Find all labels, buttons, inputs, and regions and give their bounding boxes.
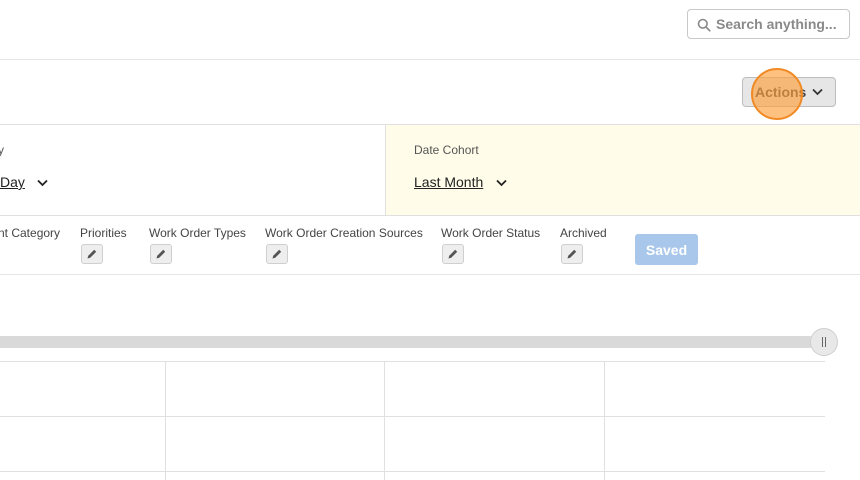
date-cohort-dropdown[interactable]: Last Month [414, 174, 507, 192]
grid-column-divider [384, 361, 385, 480]
actions-button-label: Actions [755, 84, 807, 100]
scrollbar-handle[interactable] [810, 328, 838, 356]
actions-row [0, 60, 860, 125]
actions-button[interactable]: Actions [742, 77, 836, 107]
pencil-icon [87, 249, 97, 259]
column-label-category: nt Category [0, 226, 61, 240]
column-filters-row [0, 216, 860, 275]
edit-archived-button[interactable] [561, 244, 583, 264]
chevron-down-icon [496, 179, 507, 187]
grid-column-divider [165, 361, 166, 480]
pencil-icon [567, 249, 577, 259]
column-label-archived: Archived [560, 226, 607, 240]
filter-left: y Day [0, 125, 385, 215]
date-cohort-label: Date Cohort [414, 143, 479, 157]
horizontal-scrollbar-track[interactable] [0, 336, 815, 348]
saved-button[interactable]: Saved [635, 234, 698, 265]
global-search[interactable] [687, 9, 850, 39]
edit-priorities-button[interactable] [81, 244, 103, 264]
filter-left-label: y [0, 143, 4, 157]
filter-left-value: Day [0, 174, 25, 190]
grid-line [0, 361, 825, 362]
edit-creation-sources-button[interactable] [266, 244, 288, 264]
search-input[interactable] [716, 10, 844, 38]
grid-column-divider [604, 361, 605, 480]
grid-line [0, 416, 825, 417]
column-label-creation-sources: Work Order Creation Sources [265, 226, 423, 240]
pencil-icon [156, 249, 166, 259]
column-label-work-order-status: Work Order Status [441, 226, 541, 240]
date-cohort-filter: Date Cohort Last Month [385, 125, 860, 215]
column-label-work-order-types: Work Order Types [149, 226, 246, 240]
chevron-down-icon [37, 179, 48, 187]
pencil-icon [272, 249, 282, 259]
chevron-down-icon [812, 88, 823, 96]
search-icon [697, 18, 711, 32]
grid-line [0, 471, 825, 472]
edit-work-order-status-button[interactable] [442, 244, 464, 264]
edit-work-order-types-button[interactable] [150, 244, 172, 264]
date-cohort-value: Last Month [414, 174, 484, 190]
filter-left-dropdown[interactable]: Day [0, 174, 48, 192]
column-label-priorities: Priorities [80, 226, 127, 240]
pencil-icon [448, 249, 458, 259]
